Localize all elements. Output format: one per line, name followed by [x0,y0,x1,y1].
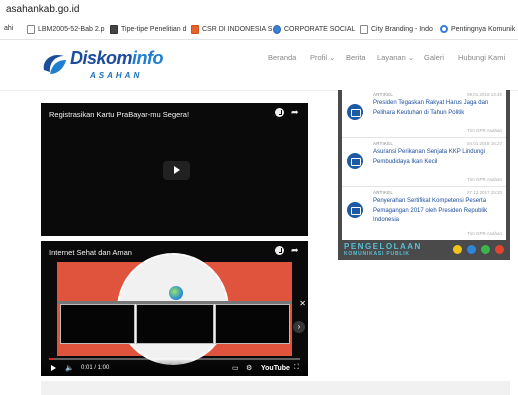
book-icon [347,104,363,120]
banner-line2: KOMUNIKASI PUBLIK [344,251,410,257]
video-title[interactable]: Registrasikan Kartu PraBayar-mu Segera! [49,110,189,119]
bookmark-item[interactable]: Tipe-tipe Penelitian d [110,25,187,34]
nav-layanan[interactable]: Layanan ⌄ [377,53,414,62]
bookmark-label: Pentingnya Komunik [451,25,516,33]
list-item[interactable]: ARTIKEL 04.01.2018 15:27 Asuransi Perika… [342,139,506,187]
bookmark-item[interactable]: CSR DI INDONESIA S [191,25,272,34]
list-item[interactable]: ARTIKEL 09.01.2018 13:46 Presiden Tegask… [342,90,506,138]
video-time: 0:01 / 1:00 [81,365,110,371]
video-player[interactable]: Internet Sehat dan Aman ➦ ✕ › 🔈 0:01 / 1… [41,241,308,376]
article-title[interactable]: Penyerahan Sertifikat Kompetensi Peserta… [373,197,501,226]
bookmark-label: CSR DI INDONESIA S [202,26,273,33]
bookmarks-bar: ahi LBM2005-52-Bab 2.p Tipe-tipe Penelit… [0,21,518,40]
article-author: Tim GPR Asahan [467,177,502,182]
bookmark-item[interactable]: CORPORATE SOCIAL [273,25,355,34]
logo-main-text: Diskom [70,48,133,68]
article-list: ARTIKEL 09.01.2018 13:46 Presiden Tegask… [342,90,506,240]
site-logo-title[interactable]: Diskominfo [70,48,164,69]
bookmark-item[interactable]: City Branding - Indo [360,25,433,34]
article-title[interactable]: Presiden Tegaskan Rakyat Harus Jaga dan … [373,99,501,118]
bookmark-label: Tipe-tipe Penelitian d [121,26,187,33]
settings-gear-icon[interactable]: ⚙ [246,364,252,372]
circle-logo-icon [273,25,281,34]
captions-icon[interactable]: ▭ [232,364,239,372]
close-icon[interactable]: ✕ [299,299,306,308]
article-title[interactable]: Asuransi Perikanan Senjata KKP Lindungi … [373,148,501,167]
nav-hubungi-kami[interactable]: Hubungi Kami [458,53,505,62]
bookmark-item[interactable]: ahi [4,25,13,32]
article-date: 04.01.2018 15:27 [466,141,502,146]
video-title[interactable]: Internet Sehat dan Aman [49,248,132,257]
share-icon[interactable]: ➦ [291,108,300,117]
bookmark-item[interactable]: Pentingnya Komunik [440,25,515,33]
article-author: Tim GPR Asahan [467,231,502,236]
globe-icon [440,25,448,33]
video-progress-bar[interactable] [49,358,300,360]
share-icon[interactable]: ➦ [291,246,300,255]
video-player[interactable]: Registrasikan Kartu PraBayar-mu Segera! … [41,103,308,236]
chat-bubble-icon [453,245,462,254]
chat-bubble-icon [495,245,504,254]
article-category: ARTIKEL [373,92,394,97]
watch-later-icon[interactable] [275,108,284,117]
chat-bubble-icon [467,245,476,254]
logo-subtitle: ASAHAN [90,71,143,80]
chat-bubble-icon [481,245,490,254]
nav-galeri[interactable]: Galeri [424,53,444,62]
article-author: Tim GPR Asahan [467,128,502,133]
footer-strip [41,381,510,395]
chevron-right-icon[interactable]: › [293,321,305,333]
video-tools: ➦ [275,246,300,255]
sidebar-articles: ARTIKEL 09.01.2018 13:46 Presiden Tegask… [338,90,510,260]
watch-later-icon[interactable] [275,246,284,255]
article-category: ARTIKEL [373,190,394,195]
play-icon[interactable] [51,365,57,372]
pengelolaan-komunikasi-banner[interactable]: PENGELOLAAN KOMUNIKASI PUBLIK [342,242,506,260]
youtube-logo[interactable]: YouTube [261,365,290,372]
bookmark-label: City Branding - Indo [371,26,433,33]
site-header: Diskominfo ASAHAN Beranda Profil ⌄ Berit… [0,41,518,91]
list-item[interactable]: ARTIKEL 27.12.2017 15:20 Penyerahan Sert… [342,188,506,240]
bookmark-label: LBM2005-52-Bab 2.p [38,26,105,33]
globe-logo-icon [169,286,183,300]
book-icon [347,202,363,218]
book-icon [347,153,363,169]
article-date: 09.01.2018 13:46 [466,92,502,97]
video-thumbnail-frame [60,304,135,344]
bookmark-item[interactable]: LBM2005-52-Bab 2.p [27,25,105,34]
diskominfo-logo-icon[interactable] [40,50,68,78]
nav-beranda[interactable]: Beranda [268,53,296,62]
fullscreen-icon[interactable]: ⛶ [294,364,299,372]
video-progress-fill [49,358,55,360]
logo-accent-text: info [132,48,164,68]
play-button[interactable] [163,161,190,180]
url-text[interactable]: asahankab.go.id [6,4,79,15]
bookmark-label: CORPORATE SOCIAL [284,26,356,33]
article-category: ARTIKEL [373,141,394,146]
nav-profil[interactable]: Profil ⌄ [310,53,335,62]
address-bar[interactable]: asahankab.go.id [0,0,518,20]
video-thumbnail-frame [215,304,290,344]
video-thumbnail-frame [136,304,214,344]
banner-line1: PENGELOLAAN [344,242,422,251]
blogger-icon [191,25,199,34]
video-tools: ➦ [275,108,300,117]
volume-icon[interactable]: 🔈 [65,364,74,372]
page-icon [360,25,368,34]
image-icon [110,25,118,34]
article-date: 27.12.2017 15:20 [466,190,502,195]
bookmark-label: ahi [4,25,14,32]
page-icon [27,25,35,34]
nav-berita[interactable]: Berita [346,53,366,62]
